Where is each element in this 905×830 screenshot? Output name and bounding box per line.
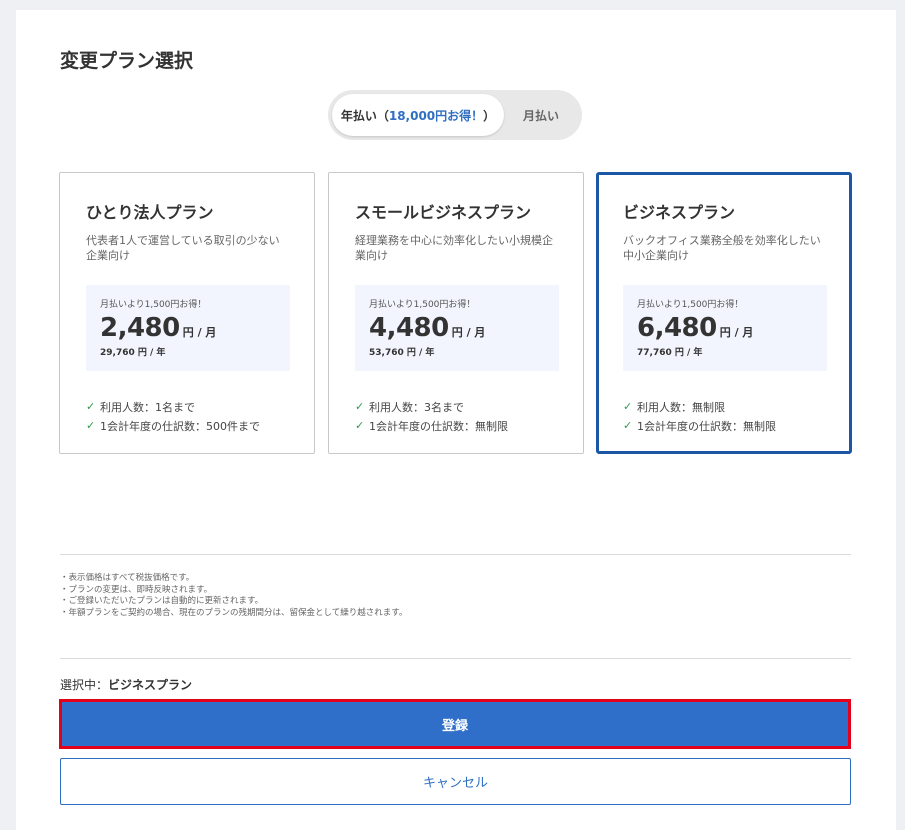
page-title: 変更プラン選択 [60, 50, 194, 72]
divider [60, 554, 851, 555]
selected-plan-name: ビジネスプラン [108, 678, 193, 692]
feature-text: 1会計年度の仕訳数：無制限 [369, 419, 508, 433]
note-item: ・年額プランをご契約の場合、現在のプランの残期間分は、留保金として繰り越されます… [60, 607, 408, 618]
price-amount: 4,480 [369, 313, 449, 343]
plan-card-solo[interactable]: ひとり法人プラン 代表者1人で運営している取引の少ない企業向け 月払いより1,5… [59, 172, 315, 454]
monthly-billing-option[interactable]: 月払い [504, 94, 578, 136]
price-amount: 6,480 [637, 313, 717, 343]
feature-text: 利用人数：1名まで [100, 400, 195, 414]
price-amount: 2,480 [100, 313, 180, 343]
price-note: 月払いより1,500円お得！ [100, 300, 207, 310]
feature-text: 利用人数：3名まで [369, 400, 464, 414]
check-icon: ✓ [623, 400, 633, 413]
feature-text: 1会計年度の仕訳数：無制限 [637, 419, 776, 433]
divider [60, 658, 851, 659]
check-icon: ✓ [623, 419, 633, 432]
plan-change-panel: 変更プラン選択 年払い（ 18,000円お得！） 月払い ひとり法人プラン 代表者… [16, 10, 896, 830]
feature-text: 利用人数：無制限 [637, 400, 725, 414]
plan-name: スモールビジネスプラン [355, 203, 532, 222]
yearly-billing-option[interactable]: 年払い（ 18,000円お得！） [332, 94, 504, 136]
price-unit: 円 / 月 [719, 326, 754, 339]
yearly-discount: 18,000円お得！ [388, 108, 484, 123]
feature-item: ✓ 利用人数：3名まで [355, 397, 559, 416]
selected-plan-summary: 選択中：ビジネスプラン [60, 676, 192, 693]
feature-list: ✓ 利用人数：無制限 ✓ 1会計年度の仕訳数：無制限 [623, 397, 825, 435]
feature-item: ✓ 1会計年度の仕訳数：無制限 [355, 416, 559, 435]
price-box: 月払いより1,500円お得！ 6,480 円 / 月 77,760 円 / 年 [623, 285, 827, 371]
note-item: ・表示価格はすべて税抜価格です。 [60, 573, 195, 583]
feature-list: ✓ 利用人数：1名まで ✓ 1会計年度の仕訳数：500件まで [86, 397, 290, 435]
price-note: 月払いより1,500円お得！ [637, 300, 744, 310]
check-icon: ✓ [355, 419, 365, 432]
check-icon: ✓ [355, 400, 365, 413]
notes-list: ・表示価格はすべて税抜価格です。 ・プランの変更は、即時反映されます。 ・ご登録… [60, 573, 407, 619]
billing-toggle: 年払い（ 18,000円お得！） 月払い [328, 90, 582, 140]
plan-description: 経理業務を中心に効率化したい小規模企業向け [355, 234, 553, 262]
price-unit: 円 / 月 [182, 326, 217, 339]
note-item: ・ご登録いただいたプランは自動的に更新されます。 [60, 596, 264, 606]
plan-card-small-business[interactable]: スモールビジネスプラン 経理業務を中心に効率化したい小規模企業向け 月払いより1… [328, 172, 584, 454]
yearly-price: 53,760 円 / 年 [369, 348, 435, 358]
plan-description: 代表者1人で運営している取引の少ない企業向け [86, 234, 280, 262]
feature-item: ✓ 利用人数：無制限 [623, 397, 825, 416]
price-unit: 円 / 月 [451, 326, 486, 339]
plan-card-business[interactable]: ビジネスプラン バックオフィス業務全般を効率化したい中小企業向け 月払いより1,… [596, 172, 852, 454]
price-box: 月払いより1,500円お得！ 4,480 円 / 月 53,760 円 / 年 [355, 285, 559, 371]
price-box: 月払いより1,500円お得！ 2,480 円 / 月 29,760 円 / 年 [86, 285, 290, 371]
feature-item: ✓ 1会計年度の仕訳数：無制限 [623, 416, 825, 435]
plan-description: バックオフィス業務全般を効率化したい中小企業向け [623, 234, 821, 262]
yearly-price: 29,760 円 / 年 [100, 348, 166, 358]
yearly-price: 77,760 円 / 年 [637, 348, 703, 358]
yearly-suffix: ） [483, 108, 496, 123]
plan-name: ビジネスプラン [623, 203, 736, 222]
check-icon: ✓ [86, 419, 96, 432]
feature-item: ✓ 1会計年度の仕訳数：500件まで [86, 416, 290, 435]
feature-list: ✓ 利用人数：3名まで ✓ 1会計年度の仕訳数：無制限 [355, 397, 559, 435]
yearly-label: 年払い（ [340, 108, 389, 123]
feature-text: 1会計年度の仕訳数：500件まで [100, 419, 260, 433]
cancel-button[interactable]: キャンセル [60, 758, 851, 805]
price-note: 月払いより1,500円お得！ [369, 300, 476, 310]
selected-label: 選択中： [60, 678, 109, 692]
register-button[interactable]: 登録 [59, 699, 851, 749]
plan-name: ひとり法人プラン [86, 203, 214, 222]
check-icon: ✓ [86, 400, 96, 413]
feature-item: ✓ 利用人数：1名まで [86, 397, 290, 416]
note-item: ・プランの変更は、即時反映されます。 [60, 584, 213, 595]
